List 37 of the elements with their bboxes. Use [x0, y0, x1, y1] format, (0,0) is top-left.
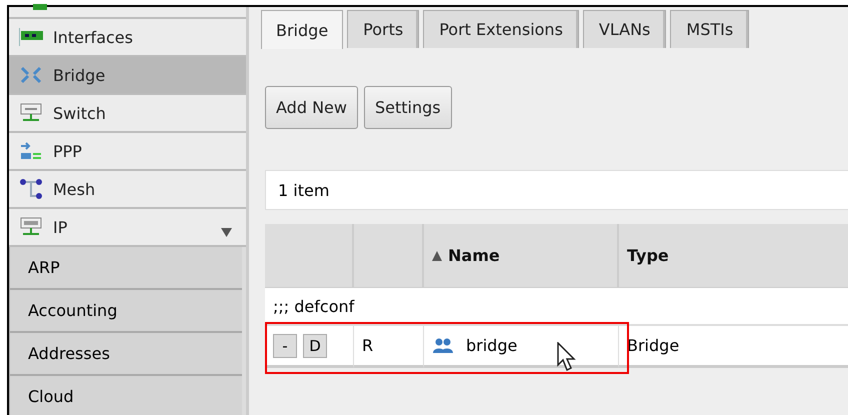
switch-icon: [19, 103, 43, 123]
ppp-icon: [19, 141, 43, 161]
submenu-item[interactable]: ARP: [9, 247, 242, 290]
table-cell: R: [354, 326, 424, 368]
sidebar-item[interactable]: Mesh: [9, 171, 246, 209]
sidebar-item[interactable]: PPP: [9, 133, 246, 171]
submenu-item[interactable]: Accounting: [9, 290, 242, 333]
column-header[interactable]: [354, 224, 424, 288]
table-cell: Bridge: [619, 326, 848, 368]
tab[interactable]: VLANs: [582, 10, 666, 48]
sidebar-item[interactable]: Bridge: [9, 57, 246, 95]
tab[interactable]: Port Extensions: [423, 10, 579, 48]
column-header[interactable]: Type: [619, 224, 848, 288]
sidebar-item[interactable]: Switch: [9, 95, 246, 133]
sidebar-item[interactable]: Interfaces: [9, 19, 246, 57]
users-icon: [432, 338, 454, 354]
column-header[interactable]: Name: [424, 224, 619, 288]
submenu-item[interactable]: Addresses: [9, 333, 242, 376]
column-header[interactable]: [265, 224, 354, 288]
sort-ascending-icon: [432, 250, 442, 260]
submenu-item[interactable]: Cloud: [9, 376, 242, 415]
tab[interactable]: MSTIs: [670, 10, 750, 48]
network-card-icon: [18, 28, 44, 46]
table-cell: bridge: [466, 336, 518, 355]
tab[interactable]: Bridge: [261, 10, 344, 49]
sidebar-item[interactable]: IP: [9, 209, 246, 247]
tab[interactable]: Ports: [347, 10, 420, 48]
comment-row: ;;; defconf: [265, 288, 848, 326]
mesh-icon: [19, 178, 43, 200]
row-action-button[interactable]: D: [303, 334, 327, 358]
ip-icon: [19, 217, 43, 237]
toolbar-button[interactable]: Add New: [265, 86, 358, 129]
arrows-icon: [19, 65, 43, 85]
row-action-button[interactable]: -: [273, 334, 297, 358]
item-count: 1 item: [265, 170, 848, 210]
toolbar-button[interactable]: Settings: [364, 86, 452, 129]
sidebar-item[interactable]: [9, 7, 246, 19]
